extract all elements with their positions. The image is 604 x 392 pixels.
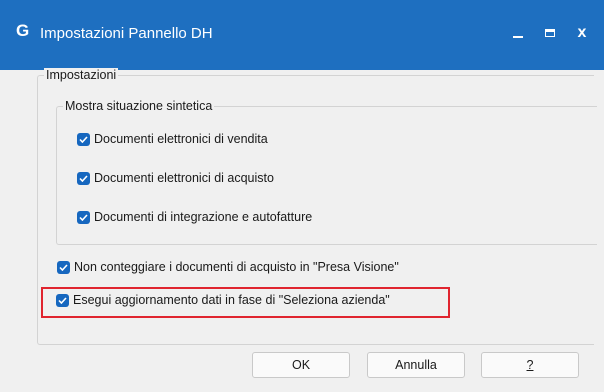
minimize-button[interactable] bbox=[503, 18, 533, 48]
summary-group: Mostra situazione sintetica Documenti el… bbox=[56, 99, 597, 245]
checkbox-label: Documenti di integrazione e autofatture bbox=[94, 210, 313, 224]
checkbox-integration-docs[interactable]: Documenti di integrazione e autofatture bbox=[77, 210, 312, 224]
checkbox-label: Documenti elettronici di acquisto bbox=[94, 171, 274, 185]
close-icon: x bbox=[577, 24, 587, 41]
minimize-icon bbox=[513, 36, 523, 38]
checkbox-purchase-docs[interactable]: Documenti elettronici di acquisto bbox=[77, 171, 274, 185]
title-bar: G Impostazioni Pannello DH x bbox=[0, 0, 604, 70]
window-title: Impostazioni Pannello DH bbox=[40, 25, 213, 42]
maximize-button[interactable] bbox=[535, 18, 565, 48]
close-button[interactable]: x bbox=[567, 18, 597, 48]
ok-button[interactable]: OK bbox=[252, 352, 350, 378]
checkbox-checked-icon[interactable] bbox=[57, 260, 70, 274]
maximize-icon bbox=[545, 29, 555, 37]
summary-group-label: Mostra situazione sintetica bbox=[63, 99, 215, 114]
checkbox-exclude-presa-visione[interactable]: Non conteggiare i documenti di acquisto … bbox=[57, 260, 399, 274]
cancel-button[interactable]: Annulla bbox=[367, 352, 465, 378]
help-button[interactable]: ? bbox=[481, 352, 579, 378]
checkbox-checked-icon[interactable] bbox=[56, 293, 69, 307]
app-logo: G bbox=[16, 21, 29, 40]
checkbox-label: Documenti elettronici di vendita bbox=[94, 132, 268, 146]
checkbox-checked-icon[interactable] bbox=[77, 210, 90, 224]
checkbox-checked-icon[interactable] bbox=[77, 171, 90, 185]
dialog-body: Impostazioni Mostra situazione sintetica… bbox=[0, 68, 604, 392]
checkbox-label: Esegui aggiornamento dati in fase di "Se… bbox=[73, 293, 390, 307]
checkbox-update-on-select-company[interactable]: Esegui aggiornamento dati in fase di "Se… bbox=[56, 293, 390, 307]
checkbox-sales-docs[interactable]: Documenti elettronici di vendita bbox=[77, 132, 268, 146]
checkbox-label: Non conteggiare i documenti di acquisto … bbox=[74, 260, 399, 274]
settings-group-label: Impostazioni bbox=[44, 68, 119, 83]
checkbox-checked-icon[interactable] bbox=[77, 132, 90, 146]
